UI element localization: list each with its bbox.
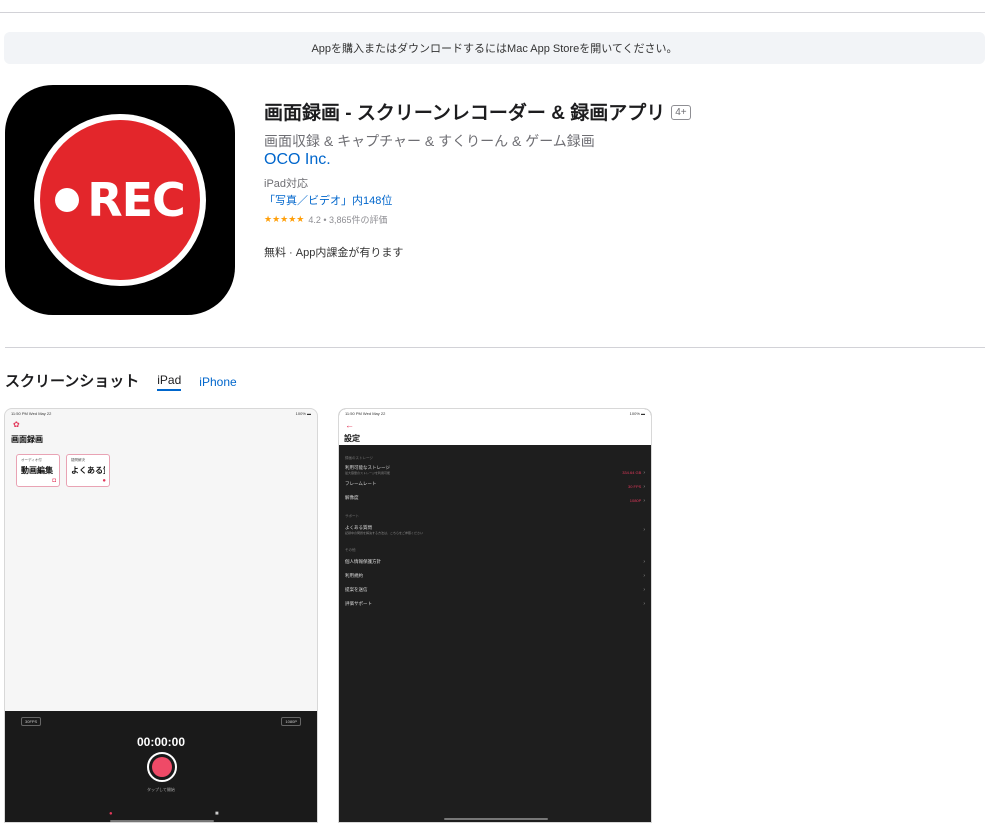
row-sub: 最大容量のストレージを利用可能 [345,471,390,475]
status-battery: 100% ▬ [629,411,645,416]
settings-section-header: その他 [345,548,356,552]
screenshots-title: スクリーンショット [5,373,140,390]
settings-row: 解像度 1080P › [339,491,651,505]
home-indicator [444,818,548,820]
settings-row: 個人情報保護方針 › [339,555,651,569]
app-title: 画面録画 - スクリーンレコーダー & 録画アプリ [264,103,666,124]
category-rank-link[interactable]: 「写真／ビデオ」内148位 [264,195,392,207]
screenshot-ipad-2[interactable]: 11:50 PM Wed May 22 100% ▬ ← 設定 録画のストレージ… [338,408,652,823]
chevron-right-icon: › [643,498,645,504]
question-icon: ● [102,478,106,484]
row-label: よくある質問 [345,525,372,530]
back-arrow-icon: ← [345,420,354,430]
rec-icon-disc: REC [40,120,200,280]
status-bar: 11:50 PM Wed May 22 100% ▬ [339,409,651,419]
record-timer: 00:00:00 [136,735,186,749]
home-indicator [110,820,214,822]
settings-header: ← 設定 [339,419,651,445]
banner-text: Appを購入またはダウンロードするにはMac App Storeを開いてください… [311,43,678,55]
record-tab-icon: ● [109,811,113,817]
row-label: 利用可能なストレージ [345,465,390,470]
app-subtitle: 画面収録 & キャプチャー & すくりーん & ゲーム録画 [264,133,595,149]
chevron-right-icon: › [643,527,645,533]
settings-row: 評価サポート › [339,597,651,611]
row-value: 1080P [629,498,642,503]
screenshots-header: スクリーンショット iPad iPhone [5,370,237,391]
camera-icon: ◘ [52,478,56,484]
tab-iphone[interactable]: iPhone [199,375,236,391]
tile-tag: 疑問解決 [71,458,85,462]
settings-row: 利用規約 › [339,569,651,583]
title-row: 画面録画 - スクリーンレコーダー & 録画アプリ 4+ [264,98,964,125]
row-sub: 記録中の問題を解決する方法は、こちらをご参照ください [345,531,424,535]
star-rating-icon: ★★★★★ [264,214,305,224]
top-divider [0,12,985,13]
chevron-right-icon: › [643,559,645,565]
tile-tag: オーディオ付 [21,458,42,462]
row-label: 個人情報保護方針 [345,559,381,564]
chevron-right-icon: › [643,601,645,607]
price-info: 無料 · App内課金が有ります [264,247,404,259]
record-caption: タップして開始 [147,787,175,792]
settings-row: フレームレート 30 FPS › [339,477,651,491]
record-panel: 30FPS 1080P 00:00:00 タップして開始 ● ■ [5,711,317,822]
rec-icon-ring: REC [34,114,206,286]
settings-row: 提案を送信 › [339,583,651,597]
record-button [147,752,177,782]
resolution-chip: 1080P [281,717,301,726]
settings-section-header: 録画のストレージ [345,456,373,460]
gear-icon: ✿ [13,420,20,429]
chevron-right-icon: › [643,587,645,593]
video-tab-icon: ■ [215,811,219,817]
tile-name: よくある質問 [71,466,105,475]
device-compatibility: iPad対応 [264,178,309,190]
rec-icon-text: REC [87,173,186,227]
screen-title: 画面録画 [11,435,43,444]
row-label: 評価サポート [345,601,372,606]
screen-title: 設定 [344,434,360,443]
row-label: 解像度 [345,495,359,500]
settings-section-header: サポート [345,514,359,518]
fps-chip: 30FPS [21,717,42,726]
rating-row: ★★★★★ 4.2 • 3,865件の評価 [264,213,964,226]
app-icon: REC [5,85,235,315]
status-time: 11:50 PM Wed May 22 [11,411,52,416]
status-time: 11:50 PM Wed May 22 [345,411,386,416]
settings-list: 録画のストレージ 利用可能なストレージ 最大容量のストレージを利用可能 334.6… [339,453,651,611]
row-label: 利用規約 [345,573,363,578]
status-battery: 100% ▬ [295,411,311,416]
settings-row: 利用可能なストレージ 最大容量のストレージを利用可能 334.64 GB › [339,463,651,477]
row-label: 提案を送信 [345,587,368,592]
record-dot-icon [55,188,80,212]
status-bar: 11:50 PM Wed May 22 100% ▬ [5,409,317,419]
tile-name: 動画編集 [21,466,53,475]
mac-app-store-banner[interactable]: Appを購入またはダウンロードするにはMac App Storeを開いてください… [4,32,985,64]
developer-link[interactable]: OCO Inc. [264,151,331,168]
chevron-right-icon: › [643,573,645,579]
tab-ipad[interactable]: iPad [157,373,182,391]
tile-faq: 疑問解決 よくある質問 ● [66,454,110,487]
row-label: フレームレート [345,481,377,486]
tile-video-edit: オーディオ付 動画編集 ◘ [16,454,60,487]
screenshot-ipad-1[interactable]: 11:50 PM Wed May 22 100% ▬ ✿ 画面録画 オーディオ付… [4,408,318,823]
settings-row: よくある質問 記録中の問題を解決する方法は、こちらをご参照ください › [339,521,651,539]
record-button-core [152,757,172,777]
rating-summary: 4.2 • 3,865件の評価 [308,215,388,225]
section-divider [5,347,985,348]
app-info: 画面録画 - スクリーンレコーダー & 録画アプリ 4+ 画面収録 & キャプチ… [264,98,964,260]
age-rating-badge: 4+ [671,105,691,120]
